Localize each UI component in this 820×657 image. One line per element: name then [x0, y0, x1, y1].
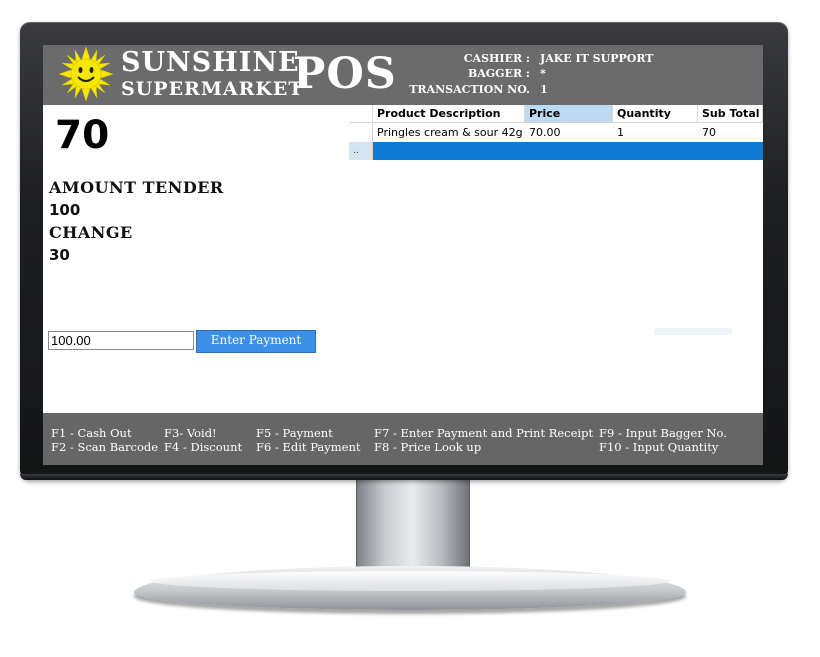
shortcut-f2: F2 - Scan Barcode [51, 440, 159, 454]
cashier-label: CASHIER : [463, 52, 530, 65]
shortcut-f10: F10 - Input Quantity [599, 440, 719, 454]
row-header[interactable] [349, 124, 373, 142]
brand-subtitle: SUPERMARKET [121, 78, 304, 100]
shortcut-f4: F4 - Discount [164, 440, 243, 454]
change-value: 30 [49, 246, 70, 264]
cell-description[interactable]: Pringles cream & sour 42g [373, 124, 525, 142]
table-row[interactable]: Pringles cream & sour 42g 70.00 1 70 [349, 124, 763, 142]
shortcut-f1: F1 - Cash Out [51, 426, 132, 440]
shortcut-f3: F3- Void! [164, 426, 217, 440]
cashier-value: JAKE IT SUPPORT [540, 52, 654, 65]
enter-payment-button[interactable]: Enter Payment [196, 330, 316, 353]
faint-status-bar [654, 328, 732, 335]
new-row-selection[interactable] [373, 142, 763, 160]
column-header-quantity[interactable]: Quantity [613, 105, 698, 123]
cell-price[interactable]: 70.00 [525, 124, 613, 142]
bagger-label: BAGGER : [467, 67, 530, 80]
monitor-stand-base-highlight [150, 571, 670, 591]
cell-quantity[interactable]: 1 [613, 124, 698, 142]
pos-screen: SUNSHINE SUPERMARKET POS CASHIER : JAKE … [43, 45, 763, 465]
new-row-marker[interactable]: .. [349, 142, 373, 160]
payment-amount-input[interactable] [48, 331, 194, 350]
column-header-price[interactable]: Price [525, 105, 613, 123]
grid-corner-cell [349, 105, 373, 123]
amount-tender-label: AMOUNT TENDER [49, 178, 224, 197]
shortcut-f8: F8 - Price Look up [374, 440, 482, 454]
shortcut-f9: F9 - Input Bagger No. [599, 426, 727, 440]
shortcut-f6: F6 - Edit Payment [256, 440, 361, 454]
transaction-label: TRANSACTION NO. [409, 83, 530, 96]
smiling-sun-icon [59, 47, 113, 101]
bagger-value: * [540, 67, 546, 80]
change-label: CHANGE [49, 223, 133, 242]
cell-subtotal[interactable]: 70 [698, 124, 763, 142]
amount-tender-value: 100 [49, 201, 81, 219]
new-row[interactable]: .. [349, 142, 763, 160]
monitor-stand-neck [356, 480, 470, 576]
transaction-value: 1 [540, 83, 548, 96]
column-header-description[interactable]: Product Description [373, 105, 525, 123]
total-amount: 70 [55, 113, 110, 158]
app-header: SUNSHINE SUPERMARKET POS CASHIER : JAKE … [43, 45, 763, 105]
grid-header-row: Product Description Price Quantity Sub T… [349, 105, 763, 123]
brand-name: SUNSHINE [121, 47, 300, 78]
shortcut-footer: F1 - Cash Out F2 - Scan Barcode F3- Void… [43, 413, 763, 465]
shortcut-f7: F7 - Enter Payment and Print Receipt [374, 426, 594, 440]
shortcut-f5: F5 - Payment [256, 426, 333, 440]
column-header-subtotal[interactable]: Sub Total [698, 105, 763, 123]
